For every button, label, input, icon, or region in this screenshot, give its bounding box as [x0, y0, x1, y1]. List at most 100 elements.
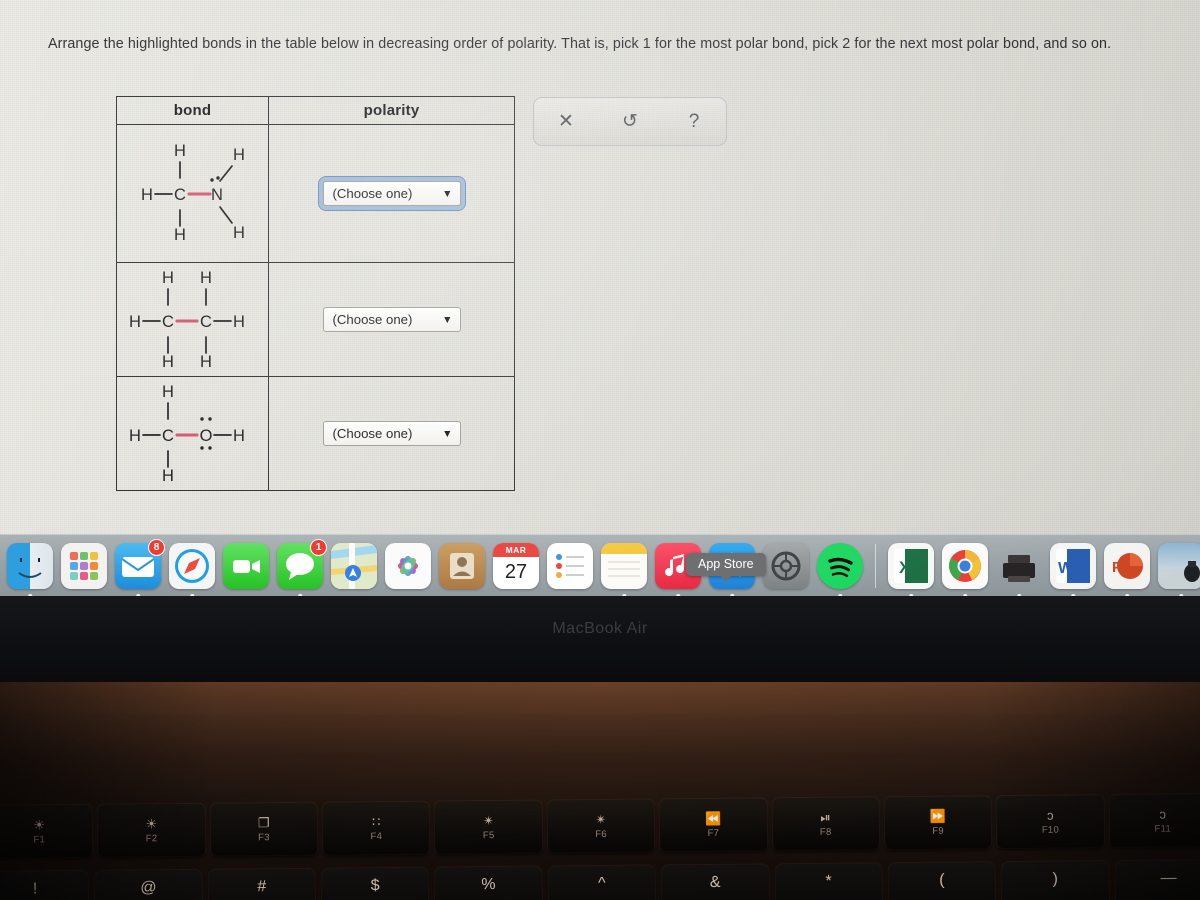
dock-item-facetime[interactable] [223, 542, 269, 589]
calendar-icon: MAR 27 [493, 542, 539, 589]
dock-item-calendar[interactable]: MAR 27 [493, 542, 539, 589]
svg-text:H: H [233, 313, 245, 331]
photos-icon [385, 542, 431, 589]
dock-item-printer[interactable] [996, 543, 1042, 596]
undo-arrow-icon[interactable]: ↺ [610, 105, 650, 139]
key-label: F2 [145, 832, 158, 844]
key-f7[interactable]: ⏪ F7 [659, 798, 767, 852]
key-hash[interactable]: # [208, 868, 316, 900]
key-at[interactable]: @ [95, 869, 203, 900]
powerpoint-icon: P [1104, 542, 1150, 589]
svg-text:H: H [233, 427, 245, 445]
dropdown-focus-ring-3: (Choose one) ▼ [319, 417, 465, 450]
key-f8[interactable]: ⏯ F8 [772, 797, 880, 851]
polarity-dropdown-2[interactable]: (Choose one) ▼ [322, 307, 461, 332]
dock-item-contacts[interactable] [439, 542, 485, 589]
key-f3[interactable]: ❐ F3 [210, 802, 318, 856]
chevron-down-icon: ▼ [442, 427, 453, 440]
macos-dock: 8 1 MAR 27 X W P [0, 534, 1200, 596]
key-dollar[interactable]: $ [321, 867, 429, 900]
key-f5[interactable]: ✴ F5 [435, 800, 543, 854]
svg-text:H: H [200, 269, 212, 287]
dock-item-launchpad[interactable] [61, 542, 107, 589]
key-f11[interactable]: ᴐ F11 [1109, 794, 1200, 848]
key-label: F6 [595, 828, 607, 840]
table-row: H H C H N H H (Choose one) ▼ [116, 124, 515, 263]
key-paren-close[interactable]: ) [1001, 861, 1109, 900]
dock-item-photos[interactable] [385, 542, 431, 589]
maps-icon [331, 542, 377, 589]
dropdown-value-2: (Choose one) [332, 312, 413, 327]
number-key-row: ! @ # $ % ^ & * ( ) — [0, 860, 1200, 900]
table-row: H H C H H C H H (Choose one) ▼ [116, 262, 515, 377]
function-key-row: ☀ F1 ☀ F2 ❐ F3 ∷ F4 ✴ F5 ✴ F6 ⏪ F7 ⏯ F8 ⏩ F9 ᴐ F10… [0, 794, 1200, 862]
key-dash[interactable]: — [1115, 860, 1200, 900]
methanol-structure: H H C H O H [129, 383, 245, 485]
key-ampersand[interactable]: & [661, 864, 769, 900]
key-paren-open[interactable]: ( [888, 862, 996, 900]
reminders-icon [547, 542, 593, 589]
laptop-screen: Arrange the highlighted bonds in the tab… [0, 0, 1200, 596]
excel-icon: X [888, 542, 934, 589]
svg-text:H: H [174, 142, 186, 160]
key-f4[interactable]: ∷ F4 [322, 801, 430, 855]
svg-text:W: W [1058, 560, 1074, 577]
dock-item-chrome[interactable] [942, 542, 988, 596]
gear-icon [763, 542, 809, 589]
dock-item-messages[interactable]: 1 [277, 538, 327, 596]
svg-text:C: C [162, 313, 174, 331]
dock-tooltip: App Store [686, 553, 766, 576]
polarity-cell-1: (Choose one) ▼ [268, 124, 515, 263]
ethane-structure: H H C H H C H H [129, 269, 245, 371]
dock-item-finder[interactable] [7, 542, 53, 596]
molecule-cell-methanol: H H C H O H [116, 376, 269, 491]
key-percent[interactable]: % [435, 866, 543, 900]
dock-item-preview-photo[interactable] [1158, 542, 1200, 596]
dock-item-excel[interactable]: X [888, 542, 934, 596]
screen-bezel: MacBook Air [0, 596, 1200, 682]
close-x-icon[interactable]: ✕ [546, 105, 586, 139]
polarity-dropdown-1[interactable]: (Choose one) ▼ [322, 181, 461, 206]
svg-text:O: O [199, 427, 212, 445]
dock-item-mail[interactable]: 8 [115, 538, 165, 596]
dock-item-maps[interactable] [331, 542, 377, 589]
launchpad-icon [61, 542, 107, 589]
polarity-cell-2: (Choose one) ▼ [268, 262, 515, 377]
key-asterisk[interactable]: * [775, 863, 883, 900]
key-label: F4 [370, 830, 383, 842]
key-f6[interactable]: ✴ F6 [547, 799, 655, 853]
svg-text:X: X [899, 558, 911, 577]
polarity-dropdown-3[interactable]: (Choose one) ▼ [322, 421, 461, 446]
dock-item-safari[interactable] [169, 542, 215, 596]
svg-text:H: H [233, 146, 245, 164]
question-mark-icon[interactable]: ? [674, 105, 714, 139]
dock-item-powerpoint[interactable]: P [1104, 542, 1150, 596]
key-exclamation[interactable]: ! [0, 870, 89, 900]
key-label: F11 [1154, 823, 1172, 835]
key-f10[interactable]: ᴐ F10 [996, 795, 1104, 849]
methylamine-structure: H H C H N H H [141, 142, 245, 244]
rewind-icon: ⏪ [705, 810, 722, 826]
calendar-month: MAR [493, 542, 539, 557]
svg-text:N: N [211, 186, 223, 204]
word-icon: W [1050, 542, 1096, 589]
svg-text:C: C [174, 186, 186, 204]
dock-item-spotify[interactable] [817, 542, 863, 596]
dock-item-reminders[interactable] [547, 542, 593, 589]
dock-item-notes[interactable] [601, 542, 647, 596]
laptop-keyboard-base: ☀ F1 ☀ F2 ❐ F3 ∷ F4 ✴ F5 ✴ F6 ⏪ F7 ⏯ F8 ⏩ F9 ᴐ F10… [0, 682, 1200, 900]
key-f9[interactable]: ⏩ F9 [884, 796, 992, 850]
contacts-icon [439, 542, 485, 589]
key-caret[interactable]: ^ [548, 865, 656, 900]
svg-text:P: P [1112, 559, 1122, 576]
key-f1[interactable]: ☀ F1 [0, 804, 93, 858]
keyboard-backlight-down-icon: ✴ [483, 812, 495, 828]
polarity-cell-3: (Choose one) ▼ [268, 376, 515, 491]
dock-item-word[interactable]: W [1050, 542, 1096, 596]
key-label: F8 [819, 826, 832, 838]
column-header-bond: bond [116, 96, 269, 125]
dock-item-system-preferences[interactable] [763, 542, 809, 589]
table-header-row: bond polarity [116, 96, 515, 125]
brightness-down-icon: ☀ [33, 816, 46, 832]
key-f2[interactable]: ☀ F2 [98, 803, 205, 857]
